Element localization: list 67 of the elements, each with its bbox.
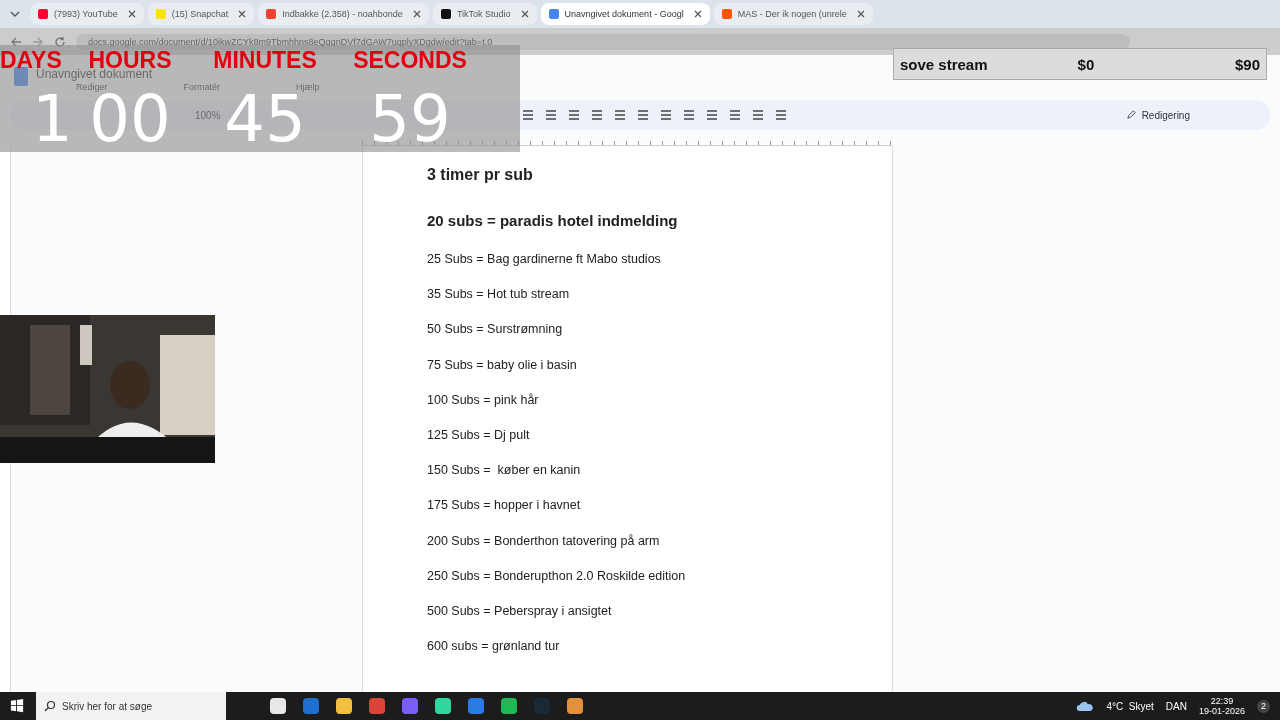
toolbar-icon[interactable]	[727, 108, 742, 122]
document-line: 500 Subs = Peberspray i ansigtet	[427, 603, 613, 620]
weather-text[interactable]: 4°C Skyet	[1106, 700, 1154, 712]
goal-current: $0	[1077, 55, 1095, 73]
toolbar-icon[interactable]	[543, 108, 558, 122]
goal-target: $90	[1234, 55, 1260, 73]
toolbar-icon[interactable]	[773, 108, 788, 122]
document-line: 200 Subs = Bonderthon tatovering på arm	[427, 533, 661, 550]
toolbar-icon[interactable]	[589, 108, 604, 122]
document-line: 50 Subs = Surstrømning	[427, 322, 564, 339]
toolbar-icon[interactable]	[566, 108, 581, 122]
document-line: 125 Subs = Dj pult	[427, 427, 531, 444]
taskbar-app-icon[interactable]	[468, 698, 484, 714]
language-indicator[interactable]: DAN	[1165, 700, 1187, 712]
document-line: 20 subs = paradis hotel indmelding	[427, 212, 679, 231]
notification-badge[interactable]: 2	[1257, 699, 1270, 713]
countdown-value: 00	[89, 91, 171, 147]
start-icon[interactable]	[10, 699, 24, 713]
toolbar-icon[interactable]	[658, 108, 673, 122]
document-line: 600 subs = grønland tur	[427, 639, 561, 656]
close-icon[interactable]	[693, 10, 702, 18]
close-icon[interactable]	[127, 10, 136, 18]
taskbar-app-icon[interactable]	[501, 698, 517, 714]
document-line: 25 Subs = Bag gardinerne ft Mabo studios	[427, 252, 662, 268]
document-line: 175 Subs = hopper i havnet	[427, 498, 582, 515]
taskbar-app-icon[interactable]	[402, 698, 418, 714]
browser-tab[interactable]: (7993) YouTube	[30, 3, 144, 25]
cloud-icon	[1076, 700, 1095, 712]
browser-tab[interactable]: (15) Snapchat	[147, 3, 255, 25]
toolbar-icon[interactable]	[704, 108, 719, 122]
close-icon[interactable]	[238, 10, 247, 18]
clock[interactable]: 22:39 19-01-2026	[1198, 696, 1245, 716]
taskbar-app-icon[interactable]	[435, 698, 451, 714]
reload-icon[interactable]	[54, 35, 66, 48]
browser-tab[interactable]: Indbakke (2.358) - noahbonde	[258, 3, 429, 25]
goal-title: sove stream	[900, 55, 988, 73]
search-field[interactable]: Skriv her for at søge	[36, 692, 226, 720]
editing-mode-button[interactable]: Redigering	[1125, 109, 1190, 121]
toolbar-icon[interactable]	[635, 108, 650, 122]
countdown-value: 59	[369, 91, 451, 147]
browser-tab[interactable]: Unavngivet dokument - Googl	[540, 3, 710, 25]
document-line: 75 Subs = baby olie i basin	[427, 357, 578, 374]
taskbar-app-icon[interactable]	[303, 698, 319, 714]
document-line: 250 Subs = Bonderupthon 2.0 Roskilde edition	[427, 568, 687, 585]
taskbar-app-icon[interactable]	[567, 698, 583, 714]
countdown-value: 1	[32, 91, 73, 147]
close-icon[interactable]	[412, 10, 421, 18]
toolbar-icon[interactable]	[612, 108, 627, 122]
taskbar-app-icon[interactable]	[369, 698, 385, 714]
browser-tab[interactable]: TikTok Studio	[432, 3, 537, 25]
taskbar-app-icon[interactable]	[270, 698, 286, 714]
chevron-down-icon[interactable]	[10, 11, 20, 17]
document-line: 100 Subs = pink hår	[427, 392, 540, 409]
countdown-label: SECONDS	[353, 49, 467, 71]
countdown-value: 45	[224, 91, 306, 147]
toolbar-icon[interactable]	[750, 108, 765, 122]
taskbar-app-icon[interactable]	[336, 698, 352, 714]
close-icon[interactable]	[520, 10, 529, 18]
document-line: 35 Subs = Hot tub stream	[427, 287, 571, 304]
document-line: 150 Subs = køber en kanin	[427, 463, 582, 480]
pen-icon	[1125, 109, 1137, 120]
close-icon[interactable]	[856, 10, 865, 18]
back-icon[interactable]	[10, 35, 22, 48]
toolbar-icon[interactable]	[520, 108, 535, 122]
browser-tab[interactable]: MAS - Der ik nogen (unrele	[713, 3, 873, 25]
toolbar-icon[interactable]	[681, 108, 696, 122]
document-line: 3 timer pr sub	[427, 166, 534, 185]
